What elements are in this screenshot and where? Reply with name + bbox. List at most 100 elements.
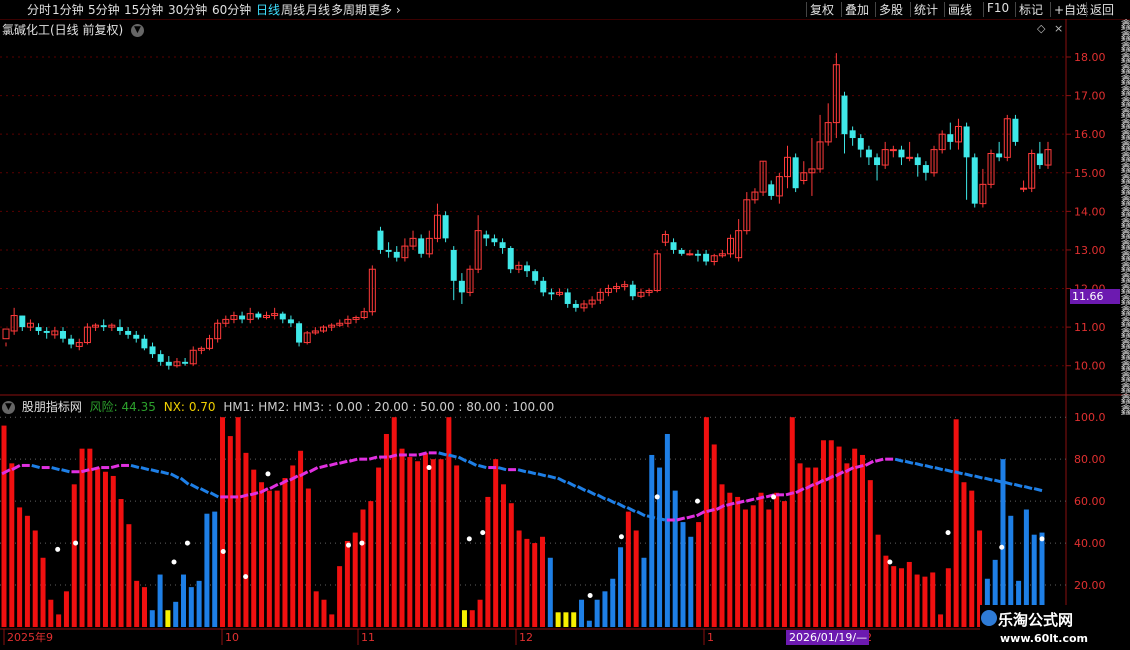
indicator-bar — [149, 610, 155, 627]
indicator-bar — [524, 538, 530, 627]
price-tick-label: 18.00 — [1074, 51, 1106, 64]
indicator-dot — [587, 593, 593, 599]
indicator-bar — [532, 543, 538, 627]
indicator-bar — [875, 534, 881, 627]
candle-body-down — [670, 242, 677, 250]
indicator-curve-segment — [438, 451, 447, 457]
indicator-bar — [906, 561, 912, 627]
candle-body-down — [849, 130, 856, 139]
indicator-dot — [220, 548, 226, 554]
indicator-bar — [602, 591, 608, 627]
indicator-curve-segment — [616, 501, 626, 509]
candle-body-down — [125, 330, 132, 335]
indicator-bar — [360, 509, 366, 627]
candle-body-down — [507, 248, 514, 270]
indicator-curve-segment — [517, 468, 527, 474]
indicator-bar — [477, 599, 483, 627]
indicator-bar — [688, 536, 694, 627]
indicator-bar — [329, 614, 335, 627]
indicator-bar — [391, 417, 397, 627]
indicator-bar — [173, 601, 179, 627]
indicator-bar — [696, 522, 702, 627]
candle-body-up — [889, 149, 897, 152]
candle-body-down — [540, 280, 547, 293]
indicator-bar — [220, 417, 226, 627]
indicator-curve-segment — [160, 470, 170, 476]
indicator-bar — [141, 587, 147, 627]
watermark-url: www.60lt.com — [1000, 632, 1089, 645]
indicator-bar — [259, 482, 265, 627]
indicator-bar — [422, 452, 428, 627]
indicator-curve-segment — [606, 497, 616, 505]
indicator-curve-segment — [974, 474, 983, 480]
indicator-bar — [727, 492, 733, 627]
indicator-bar — [633, 530, 639, 627]
indicator-curve-segment — [557, 476, 567, 484]
candle-body-up — [686, 253, 694, 256]
indicator-curve-segment — [1003, 480, 1013, 486]
indicator-bar — [337, 566, 343, 627]
indicator-curve-segment — [269, 483, 279, 490]
indicator-bar — [742, 509, 748, 627]
indicator-bar — [766, 509, 772, 627]
risk-value: 44.35 — [121, 400, 156, 414]
indicator-curve-segment — [934, 466, 944, 472]
indicator-curve-segment — [339, 459, 348, 465]
indicator-bar — [961, 482, 967, 627]
indicator-curve-segment — [179, 476, 190, 486]
indicator-bar — [758, 492, 764, 627]
indicator-curve-segment — [51, 466, 60, 472]
indicator-bar — [625, 511, 631, 627]
indicator-bar — [781, 501, 787, 627]
indicator-curve-segment — [368, 455, 378, 461]
candle-body-down — [499, 242, 506, 249]
indicator-bar — [188, 587, 194, 627]
indicator-bar — [243, 452, 249, 627]
indicator-bar — [586, 620, 592, 627]
indicator-header: ▼ 股朋指标网 风险: 44.35 NX: 0.70 HM1: HM2: HM3… — [2, 398, 558, 415]
indicator-bar — [430, 459, 436, 627]
indicator-dot — [184, 540, 190, 546]
price-tick-label: 11.00 — [1074, 321, 1106, 334]
watermark-logo — [981, 610, 997, 626]
candle-body-down — [865, 149, 872, 158]
watermark: 乐淘公式网 www.60lt.com — [980, 605, 1130, 650]
indicator-bar — [383, 433, 389, 627]
indicator-bar — [844, 463, 850, 627]
candle-body-down — [68, 338, 75, 345]
candle-body-down — [149, 346, 156, 355]
indicator-bar — [454, 465, 460, 627]
indicator-bar — [516, 530, 522, 627]
indicator-bar — [40, 557, 46, 627]
candle-body-down — [572, 303, 579, 308]
indicator-curve-segment — [140, 466, 150, 472]
indicator-curve-segment — [418, 451, 428, 457]
indicator-bar — [914, 574, 920, 627]
time-axis-label: 11 — [361, 631, 375, 644]
candle-body-down — [1036, 153, 1043, 166]
indicator-bar — [274, 490, 280, 627]
indicator-curve-segment — [576, 485, 587, 492]
indicator-bar — [9, 463, 15, 627]
indicator-bar — [711, 444, 717, 627]
indicator-curve-segment — [726, 501, 735, 507]
price-tick-label: 13.00 — [1074, 244, 1106, 257]
indicator-curve-segment — [795, 487, 805, 495]
indicator-curve-segment — [993, 478, 1003, 484]
indicator-bar — [79, 448, 85, 627]
indicator-dot — [171, 559, 177, 565]
chevron-down-icon[interactable]: ▼ — [2, 401, 15, 414]
indicator-curve-segment — [199, 487, 210, 495]
indicator-bar — [867, 480, 873, 627]
indicator-dot — [466, 536, 472, 542]
indicator-curve-segment — [130, 464, 140, 469]
indicator-dot — [771, 494, 777, 500]
indicator-curve-segment — [547, 474, 557, 480]
indicator-curve-segment — [914, 461, 924, 467]
indicator-curve-segment — [745, 497, 755, 503]
candle-body-down — [792, 157, 799, 189]
indicator-curve-segment — [110, 464, 120, 469]
indicator-bar — [547, 557, 553, 627]
indicator-curve-segment — [706, 508, 715, 514]
indicator-bar — [813, 467, 819, 627]
